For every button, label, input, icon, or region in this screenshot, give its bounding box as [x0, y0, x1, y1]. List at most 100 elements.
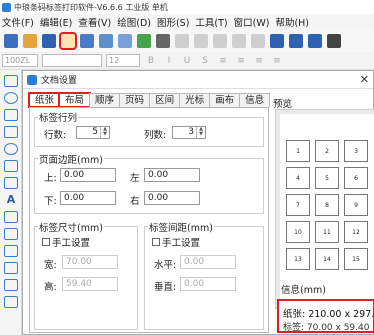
zoom-combo[interactable]: 100ZL: [2, 54, 38, 67]
print-preview-icon[interactable]: [99, 34, 113, 48]
main-toolbar: [0, 30, 374, 52]
font-size-combo[interactable]: 12: [106, 54, 140, 67]
info-box: 纸张: 210.00 x 297.00 标签: 70.00 x 59.40: [277, 299, 374, 333]
preview-cell: 11: [315, 221, 339, 243]
align-right-icon[interactable]: ≡: [252, 55, 266, 67]
grid-icon[interactable]: [156, 34, 170, 48]
bold-icon[interactable]: B: [144, 55, 158, 67]
tab-order[interactable]: 顺序: [89, 93, 121, 107]
menu-draw[interactable]: 绘图(D): [117, 15, 151, 29]
label-width-field[interactable]: 70.00: [62, 255, 118, 269]
database-icon[interactable]: [137, 34, 151, 48]
label-width-label: 宽:: [44, 260, 57, 271]
zoom-in-icon[interactable]: [270, 34, 284, 48]
preview-cell: 10: [286, 221, 310, 243]
zoom-actual-icon[interactable]: [308, 34, 322, 48]
zoom-fit-icon[interactable]: [118, 34, 132, 48]
rows-cols-title: 标签行列: [38, 110, 79, 124]
tab-paper[interactable]: 纸张: [27, 92, 62, 108]
margin-left-field[interactable]: 0.00: [144, 168, 200, 182]
more-tool-icon[interactable]: [4, 296, 18, 308]
margin-top-field[interactable]: 0.00: [60, 168, 116, 182]
layout-preview: 1 2 3 4 5 6 7 8 9 10 11 12 13 14 15: [275, 109, 374, 309]
document-settings-icon[interactable]: [59, 32, 77, 50]
label-spacing-manual-checkbox[interactable]: 手工设置: [152, 235, 200, 249]
menu-window[interactable]: 窗口(W): [234, 15, 270, 29]
tab-range[interactable]: 区间: [149, 93, 181, 107]
label-height-field[interactable]: 59.40: [62, 277, 118, 291]
barcode-tool-icon[interactable]: [4, 211, 18, 223]
shape-tool-icon[interactable]: [4, 245, 18, 257]
preview-cell: 4: [286, 167, 310, 189]
menu-file[interactable]: 文件(F): [2, 15, 34, 29]
align-left-icon[interactable]: ≡: [216, 55, 230, 67]
copy-icon[interactable]: [194, 34, 208, 48]
line-tool-icon[interactable]: [4, 109, 18, 121]
dialog-title-bar: 文档设置 ✕: [23, 71, 373, 89]
cols-stepper[interactable]: 3 ▲ ▼: [172, 126, 206, 139]
paste-icon[interactable]: [213, 34, 227, 48]
italic-icon[interactable]: I: [162, 55, 176, 67]
rows-label: 行数:: [44, 130, 67, 141]
select-tool-icon[interactable]: [4, 75, 18, 87]
margin-bottom-label: 下:: [44, 196, 57, 207]
preview-cell: 2: [315, 140, 339, 162]
new-icon[interactable]: [4, 34, 18, 48]
justify-icon[interactable]: ≡: [270, 55, 284, 67]
strikethrough-icon[interactable]: S: [198, 55, 212, 67]
menu-view[interactable]: 查看(V): [78, 15, 111, 29]
app-title: 中琅条码标签打印软件-V6.6.6 工业版 单机: [14, 2, 168, 12]
drawing-toolbar: A: [0, 70, 22, 335]
cut-icon[interactable]: [175, 34, 189, 48]
preview-cell: 13: [286, 248, 310, 270]
redo-icon[interactable]: [251, 34, 265, 48]
label-size-title: 标签尺寸(mm): [38, 220, 104, 234]
close-icon[interactable]: ✕: [360, 73, 369, 86]
rectangle-tool-icon[interactable]: [4, 126, 18, 138]
spacing-h-field[interactable]: 0.00: [180, 255, 236, 269]
text-tool-icon[interactable]: A: [4, 194, 18, 206]
menu-shape[interactable]: 图形(S): [157, 15, 189, 29]
spin-arrows-icon[interactable]: ▲ ▼: [196, 127, 205, 138]
undo-icon[interactable]: [232, 34, 246, 48]
table-tool-icon[interactable]: [4, 262, 18, 274]
picture-tool-icon[interactable]: [4, 177, 18, 189]
menu-tools[interactable]: 工具(T): [195, 15, 227, 29]
spacing-v-label: 垂直:: [154, 282, 177, 293]
zoom-out-icon[interactable]: [289, 34, 303, 48]
spin-arrows-icon[interactable]: ▲ ▼: [100, 127, 109, 138]
full-screen-icon[interactable]: [327, 34, 341, 48]
margin-bottom-field[interactable]: 0.00: [60, 191, 116, 205]
rows-stepper[interactable]: 5 ▲ ▼: [76, 126, 110, 139]
margin-right-field[interactable]: 0.00: [144, 191, 200, 205]
spacing-h-label: 水平:: [154, 260, 177, 271]
pointer-tool-icon[interactable]: [4, 92, 18, 104]
format-toolbar: 100ZL 12 B I U S ≡ ≡ ≡ ≡: [0, 52, 374, 70]
ellipse-tool-icon[interactable]: [4, 143, 18, 155]
underline-icon[interactable]: U: [180, 55, 194, 67]
settings-tabs: 纸张 布局 顺序 页码 区间 光标 画布 信息: [27, 92, 271, 108]
qrcode-tool-icon[interactable]: [4, 228, 18, 240]
print-icon[interactable]: [80, 34, 94, 48]
info-title: 信息(mm): [281, 285, 326, 296]
tab-canvas[interactable]: 画布: [209, 93, 241, 107]
preview-cell: 12: [344, 221, 368, 243]
preview-cell: 15: [344, 248, 368, 270]
margin-right-label: 右: [130, 196, 140, 207]
tab-info[interactable]: 信息: [239, 93, 271, 107]
tab-page-number[interactable]: 页码: [119, 93, 151, 107]
spacing-v-field[interactable]: 0.00: [180, 277, 236, 291]
save-icon[interactable]: [42, 34, 56, 48]
image-tool-icon[interactable]: [4, 160, 18, 172]
curve-tool-icon[interactable]: [4, 279, 18, 291]
font-name-combo[interactable]: [42, 54, 102, 67]
preview-cell: 3: [344, 140, 368, 162]
margin-left-label: 左: [130, 173, 140, 184]
tab-layout[interactable]: 布局: [58, 92, 92, 108]
label-size-manual-checkbox[interactable]: 手工设置: [42, 235, 90, 249]
menu-edit[interactable]: 编辑(E): [40, 15, 72, 29]
menu-help[interactable]: 帮助(H): [275, 15, 309, 29]
align-center-icon[interactable]: ≡: [234, 55, 248, 67]
tab-cursor[interactable]: 光标: [179, 93, 211, 107]
open-icon[interactable]: [23, 34, 37, 48]
